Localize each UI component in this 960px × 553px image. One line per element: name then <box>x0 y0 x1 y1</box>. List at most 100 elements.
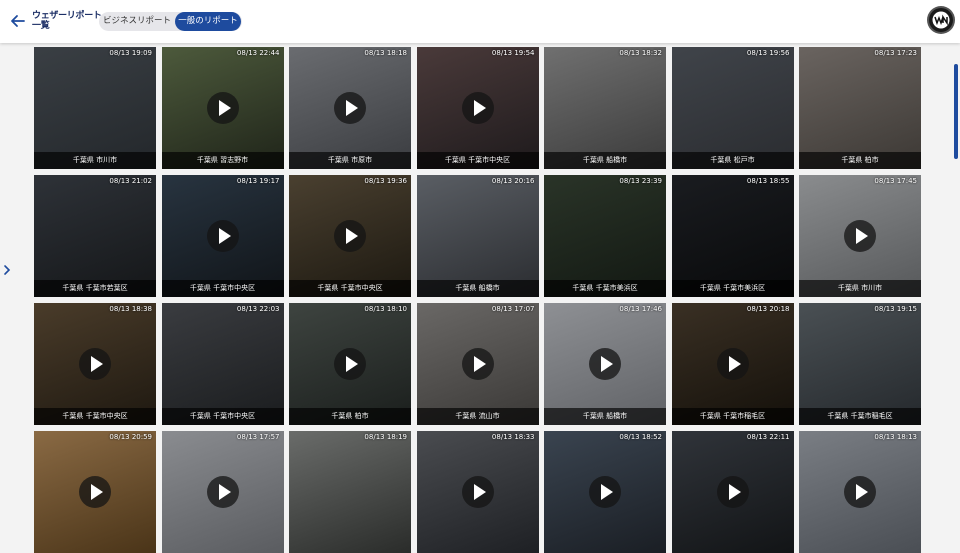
report-timestamp: 08/13 20:16 <box>491 177 535 185</box>
page-title: ウェザーリポート 一覧 <box>32 11 102 31</box>
report-tile[interactable]: 08/13 19:36 千葉県 千葉市中央区 <box>289 175 411 297</box>
report-tile[interactable]: 08/13 18:10 千葉県 柏市 <box>289 303 411 425</box>
report-timestamp: 08/13 19:56 <box>746 49 790 57</box>
page-title-line2: 一覧 <box>32 21 50 31</box>
report-location: 千葉県 市原市 <box>289 152 411 169</box>
play-icon[interactable] <box>206 92 239 124</box>
play-icon[interactable] <box>334 348 366 380</box>
play-icon[interactable] <box>334 92 366 124</box>
play-icon[interactable] <box>589 476 621 508</box>
report-tile[interactable]: 08/13 20:59 <box>34 431 156 553</box>
report-timestamp: 08/13 19:36 <box>364 177 407 185</box>
weathernews-logo-icon <box>932 11 950 29</box>
report-tile[interactable]: 08/13 17:23 千葉県 柏市 <box>799 47 921 169</box>
tab-business-report[interactable]: ビジネスリポート <box>101 12 173 31</box>
user-avatar[interactable] <box>929 8 953 32</box>
expand-sidebar-chevron-icon[interactable] <box>0 262 14 278</box>
report-tile[interactable]: 08/13 18:32 千葉県 船橋市 <box>544 47 666 169</box>
report-timestamp: 08/13 18:13 <box>874 433 917 441</box>
report-tile[interactable]: 08/13 17:45 千葉県 市川市 <box>799 175 921 297</box>
report-timestamp: 08/13 22:44 <box>236 49 280 57</box>
report-location: 千葉県 船橋市 <box>544 152 666 169</box>
play-icon[interactable] <box>206 220 239 252</box>
report-location: 千葉県 千葉市中央区 <box>416 152 539 169</box>
play-icon[interactable] <box>844 476 876 508</box>
report-timestamp: 08/13 19:17 <box>236 177 280 185</box>
report-tile[interactable]: 08/13 22:11 <box>671 431 794 553</box>
report-timestamp: 08/13 20:59 <box>109 433 152 441</box>
report-timestamp: 08/13 19:54 <box>491 49 535 57</box>
report-tile[interactable]: 08/13 18:18 千葉県 市原市 <box>289 47 411 169</box>
report-location: 千葉県 千葉市稲毛区 <box>799 408 921 425</box>
report-timestamp: 08/13 18:55 <box>746 177 790 185</box>
play-icon[interactable] <box>334 220 366 252</box>
report-location: 千葉県 船橋市 <box>416 280 539 297</box>
report-timestamp: 08/13 17:46 <box>619 305 662 313</box>
report-tile[interactable]: 08/13 18:33 <box>416 431 539 553</box>
play-icon[interactable] <box>461 348 494 380</box>
report-tile[interactable]: 08/13 20:18 千葉県 千葉市稲毛区 <box>671 303 794 425</box>
report-location: 千葉県 松戸市 <box>671 152 794 169</box>
report-location: 千葉県 市川市 <box>799 280 921 297</box>
report-location: 千葉県 千葉市中央区 <box>34 408 156 425</box>
report-location: 千葉県 市川市 <box>34 152 156 169</box>
report-timestamp: 08/13 19:09 <box>109 49 152 57</box>
play-icon[interactable] <box>79 348 111 380</box>
report-tile[interactable]: 08/13 19:17 千葉県 千葉市中央区 <box>161 175 284 297</box>
play-icon[interactable] <box>589 348 621 380</box>
back-arrow-icon[interactable] <box>9 12 27 30</box>
report-tile[interactable]: 08/13 17:46 千葉県 船橋市 <box>544 303 666 425</box>
report-tile[interactable]: 08/13 22:03 千葉県 千葉市中央区 <box>161 303 284 425</box>
report-timestamp: 08/13 22:11 <box>746 433 790 441</box>
report-timestamp: 08/13 18:10 <box>364 305 407 313</box>
report-timestamp: 08/13 19:15 <box>874 305 917 313</box>
play-icon[interactable] <box>206 476 239 508</box>
report-location: 千葉県 千葉市中央区 <box>289 280 411 297</box>
app-header: ウェザーリポート 一覧 ビジネスリポート 一般のリポート <box>0 0 960 43</box>
scrollbar-thumb[interactable] <box>954 64 958 159</box>
report-timestamp: 08/13 18:38 <box>109 305 152 313</box>
report-timestamp: 08/13 22:03 <box>236 305 280 313</box>
report-tile[interactable]: 08/13 22:44 千葉県 習志野市 <box>161 47 284 169</box>
report-tile[interactable]: 08/13 23:39 千葉県 千葉市美浜区 <box>544 175 666 297</box>
report-tile[interactable]: 08/13 18:52 <box>544 431 666 553</box>
report-timestamp: 08/13 18:33 <box>491 433 535 441</box>
report-timestamp: 08/13 18:19 <box>364 433 407 441</box>
report-location: 千葉県 千葉市若葉区 <box>34 280 156 297</box>
report-tile[interactable]: 08/13 18:55 千葉県 千葉市美浜区 <box>671 175 794 297</box>
report-location: 千葉県 柏市 <box>289 408 411 425</box>
report-timestamp: 08/13 17:45 <box>874 177 917 185</box>
report-timestamp: 08/13 18:52 <box>619 433 662 441</box>
report-tile[interactable]: 08/13 17:07 千葉県 流山市 <box>416 303 539 425</box>
report-location: 千葉県 千葉市稲毛区 <box>671 408 794 425</box>
report-tile[interactable]: 08/13 18:19 <box>289 431 411 553</box>
report-location: 千葉県 流山市 <box>416 408 539 425</box>
report-tile[interactable]: 08/13 19:56 千葉県 松戸市 <box>671 47 794 169</box>
report-tile[interactable]: 08/13 19:15 千葉県 千葉市稲毛区 <box>799 303 921 425</box>
report-location: 千葉県 千葉市中央区 <box>161 280 284 297</box>
report-type-tabs: ビジネスリポート 一般のリポート <box>99 12 242 31</box>
report-tile[interactable]: 08/13 21:02 千葉県 千葉市若葉区 <box>34 175 156 297</box>
report-tile[interactable]: 08/13 18:13 <box>799 431 921 553</box>
report-tile[interactable]: 08/13 18:38 千葉県 千葉市中央区 <box>34 303 156 425</box>
report-location: 千葉県 千葉市美浜区 <box>671 280 794 297</box>
report-location: 千葉県 船橋市 <box>544 408 666 425</box>
tab-general-report[interactable]: 一般のリポート <box>175 12 241 31</box>
report-timestamp: 08/13 18:32 <box>619 49 662 57</box>
report-tile[interactable]: 08/13 17:57 <box>161 431 284 553</box>
report-timestamp: 08/13 23:39 <box>619 177 662 185</box>
report-tile[interactable]: 08/13 20:16 千葉県 船橋市 <box>416 175 539 297</box>
report-timestamp: 08/13 21:02 <box>109 177 152 185</box>
report-location: 千葉県 習志野市 <box>161 152 284 169</box>
report-tile[interactable]: 08/13 19:09 千葉県 市川市 <box>34 47 156 169</box>
report-timestamp: 08/13 20:18 <box>746 305 790 313</box>
play-icon[interactable] <box>716 476 749 508</box>
play-icon[interactable] <box>716 348 749 380</box>
report-location: 千葉県 柏市 <box>799 152 921 169</box>
play-icon[interactable] <box>79 476 111 508</box>
play-icon[interactable] <box>461 92 494 124</box>
report-location: 千葉県 千葉市中央区 <box>161 408 284 425</box>
play-icon[interactable] <box>844 220 876 252</box>
report-tile[interactable]: 08/13 19:54 千葉県 千葉市中央区 <box>416 47 539 169</box>
play-icon[interactable] <box>461 476 494 508</box>
